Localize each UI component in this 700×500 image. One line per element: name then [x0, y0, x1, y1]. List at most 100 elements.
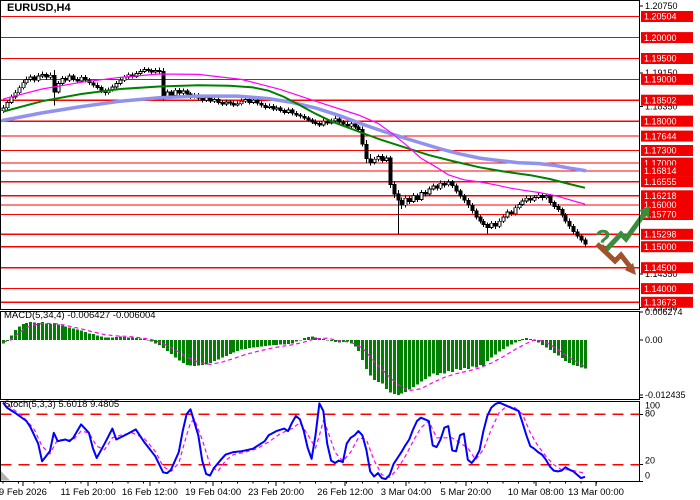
candle [169, 91, 174, 96]
candle [231, 102, 236, 106]
candle [63, 78, 68, 81]
macd-histogram-bar [525, 338, 528, 340]
candle [509, 211, 514, 215]
candle [579, 235, 584, 241]
macd-histogram-bar [240, 339, 243, 350]
macd-histogram-bar [475, 339, 478, 368]
macd-histogram-bar [96, 335, 99, 340]
macd-histogram-bar [283, 339, 286, 345]
candle [5, 102, 10, 109]
candle [583, 239, 588, 245]
candle [478, 216, 483, 222]
macd-histogram-bar [291, 339, 294, 344]
stoch-axis-label: 0 [645, 471, 650, 481]
time-label: 5 Mar 20:00 [441, 487, 492, 498]
macd-histogram-bar [557, 339, 560, 356]
macd-histogram-bar [397, 339, 400, 395]
candle [407, 197, 412, 202]
candle [481, 220, 486, 225]
macd-histogram-bar [354, 339, 357, 347]
candle [532, 196, 537, 201]
macd-histogram-bar [408, 339, 411, 390]
candle [528, 197, 533, 201]
macd-histogram-bar [107, 337, 110, 340]
macd-histogram-bar [572, 339, 575, 365]
candle [310, 119, 315, 123]
macd-histogram-bar [498, 339, 501, 352]
candle [493, 222, 498, 227]
macd-histogram-bar [111, 337, 114, 340]
candle [142, 69, 147, 72]
candle [556, 206, 561, 210]
candle [384, 157, 389, 162]
main-pane-bg[interactable] [0, 0, 640, 310]
macd-histogram-bar [506, 339, 509, 347]
macd-histogram-bar [115, 336, 118, 340]
macd-histogram-bar [314, 337, 317, 340]
macd-histogram-bar [68, 327, 71, 340]
macd-histogram-bar [518, 339, 521, 342]
macd-histogram-bar [88, 333, 91, 340]
candle [419, 191, 424, 200]
macd-histogram-bar [205, 339, 208, 365]
candle [274, 107, 279, 110]
candle [313, 121, 318, 124]
axis-label: 1.17300 [644, 146, 677, 156]
candle [431, 185, 436, 190]
macd-histogram-bar [244, 339, 247, 349]
macd-histogram-bar [127, 337, 130, 340]
candle [505, 211, 510, 218]
macd-histogram-bar [123, 336, 126, 340]
candle [571, 225, 576, 232]
macd-histogram-bar [365, 339, 368, 369]
macd-histogram-bar [385, 339, 388, 389]
macd-histogram-bar [147, 339, 150, 341]
macd-histogram-bar [256, 339, 259, 347]
macd-histogram-bar [330, 339, 333, 342]
candle [95, 84, 100, 88]
axis-label: 1.15000 [644, 242, 677, 252]
candle [243, 99, 248, 102]
candle [52, 74, 57, 93]
macd-histogram-bar [412, 339, 415, 387]
macd-histogram-bar [514, 339, 517, 343]
macd-histogram-bar [279, 339, 282, 345]
axis-label: 1.16814 [644, 166, 677, 176]
macd-axis-label: -0.012435 [645, 390, 686, 400]
candle [415, 195, 420, 200]
candle [392, 183, 397, 195]
candle [122, 76, 127, 81]
macd-histogram-bar [275, 339, 278, 345]
macd-histogram-bar [131, 337, 134, 340]
price-level-label: 1.19500 [641, 53, 693, 64]
macd-histogram-bar [37, 323, 40, 340]
candle [255, 99, 260, 104]
chart-canvas[interactable]: 1.207501.191501.183501.143501.135501.205… [0, 0, 700, 500]
macd-histogram-bar [264, 339, 267, 347]
candle [325, 120, 330, 124]
macd-histogram-bar [428, 339, 431, 377]
candle [427, 188, 432, 195]
candle [560, 209, 565, 216]
candle [540, 194, 545, 199]
candle [208, 97, 213, 102]
macd-histogram-bar [53, 323, 56, 340]
candle [450, 181, 455, 187]
macd-histogram-bar [424, 339, 427, 379]
macd-histogram-bar [568, 339, 571, 363]
candle [44, 74, 49, 78]
macd-histogram-bar [584, 339, 587, 369]
stoch-pane-bg[interactable] [0, 401, 640, 482]
macd-histogram-bar [76, 329, 79, 340]
macd-histogram-bar [482, 339, 485, 367]
macd-histogram-bar [22, 323, 25, 340]
candle [212, 99, 217, 102]
candle [544, 195, 549, 199]
macd-histogram-bar [510, 339, 513, 345]
time-label: 13 Mar 00:00 [568, 487, 624, 498]
macd-histogram-bar [49, 323, 52, 340]
candle [353, 123, 358, 128]
macd-pane-bg[interactable] [0, 311, 640, 400]
macd-histogram-bar [72, 328, 75, 340]
candle [399, 199, 404, 206]
